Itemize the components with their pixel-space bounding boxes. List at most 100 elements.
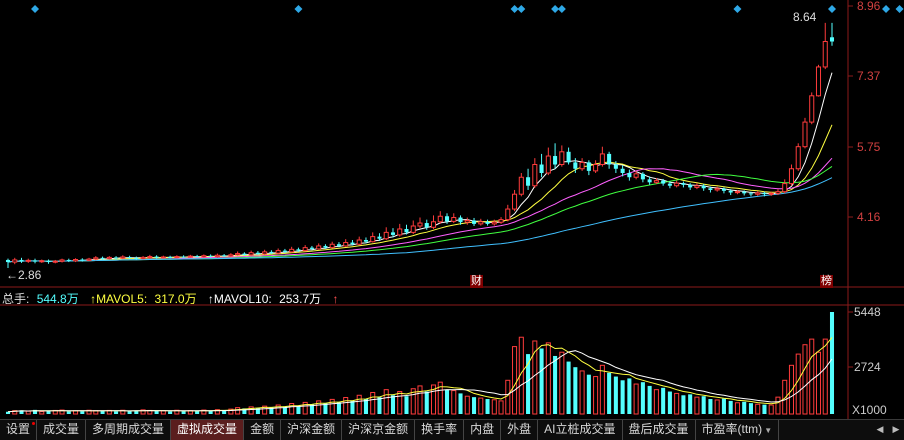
mavol5-label: ↑MAVOL5: 317.0万 [90,292,201,306]
volume-bar [802,344,808,415]
tab-turnover-rate[interactable]: 换手率 [415,420,465,440]
event-marker-cai[interactable]: 财 [470,275,483,288]
candle-body [802,121,808,148]
candle-body [681,183,686,185]
volume-bar [653,389,659,415]
candle-body [5,259,11,263]
volume-bar [370,391,376,415]
candle-body [458,217,463,223]
tab-settings-label: 设置 [6,422,31,436]
candle-body [235,253,241,256]
candle-body [114,257,119,259]
candle-body [472,220,477,224]
tab-sh-sz-amount[interactable]: 沪深金额 [281,420,343,440]
candle-body [390,232,396,235]
volume-bar [451,390,457,415]
tab-scroll-right-button[interactable]: ▶ [888,420,904,440]
tab-pe-ttm-label: 市盈率(ttm) [701,422,763,436]
candle-body [478,221,484,225]
tab-amount[interactable]: 金额 [244,420,282,440]
tab-scroll-left-button[interactable]: ◀ [872,420,888,440]
candle-body [566,151,571,163]
volume-bar [336,402,341,414]
volume-bar [714,399,720,415]
candle-body [154,256,159,258]
mavol10-value: 253.7万 [279,292,322,306]
high-price-annotation: 8.64 [793,10,817,24]
candle-body [316,245,322,250]
chart-grid [0,0,904,419]
candle-body [19,259,24,262]
candle-body [343,242,349,247]
candle-body [424,223,429,228]
candle-body [140,256,146,260]
tab-inner-volume[interactable]: 内盘 [464,420,502,440]
volume-axis-label-1: 5448 [854,305,881,319]
volume-bar [795,353,801,415]
tab-virtual-volume[interactable]: 虚拟成交量 [171,420,245,440]
candle-body [100,257,105,259]
tab-settings[interactable]: 设置 [0,420,38,440]
volume-bar [464,395,470,415]
low-arrow-icon: ← [6,268,18,282]
signal-diamond-icon [31,5,40,13]
candle-body [309,247,314,249]
candle-body [734,191,740,194]
volume-bar [573,367,578,414]
volume-bar [667,391,672,414]
candle-body [356,239,362,245]
tab-sh-sz-bj-amount[interactable]: 沪深京金额 [342,420,416,440]
volume-bar [289,403,295,415]
ma20-line [7,157,833,263]
tab-after-hours-volume[interactable]: 盘后成交量 [623,420,696,440]
kline-chart[interactable] [0,0,904,419]
tab-volume[interactable]: 成交量 [37,420,87,440]
candle-body [66,259,71,261]
candle-body [25,259,31,262]
volume-bar [73,410,79,415]
candle-body [437,215,443,223]
candle-body [553,156,558,165]
candle-body [661,180,666,184]
signal-diamond-icon [895,5,904,13]
tab-multi-period-volume[interactable]: 多周期成交量 [86,420,172,440]
candle-body [505,208,511,221]
volume-bar [356,394,362,415]
candle-body [607,153,612,165]
signal-diamond-icon [828,5,836,13]
candle-body [647,179,652,183]
candle-body [633,173,639,178]
candle-body [329,243,335,249]
total-volume-value: 544.8万 [36,292,79,306]
candle-body [430,221,437,228]
candle-body [579,161,585,170]
candle-body [815,66,822,97]
volume-bar [586,374,591,414]
volume-axis-label-2: 2724 [854,360,881,374]
candle-body [269,251,274,254]
tab-ai-pile-volume[interactable]: AI立桩成交量 [538,420,623,440]
tab-outer-volume[interactable]: 外盘 [501,420,539,440]
volume-bar [383,389,389,415]
candle-body [701,185,706,189]
candle-body [46,260,51,263]
volume-bar [498,400,504,415]
candle-body [768,192,774,195]
candle-body [147,256,153,259]
candle-body [181,256,186,258]
tab-pe-ttm[interactable]: 市盈率(ttm) ▼ [696,420,780,440]
candle-body [721,188,726,191]
candle-body [73,259,79,262]
volume-bar [485,399,490,414]
candle-body [491,221,497,225]
candle-body [195,256,200,258]
event-marker-bang[interactable]: 榜 [820,275,833,288]
volume-bar [222,410,227,414]
candle-body [52,260,58,263]
volume-bar [363,399,368,414]
candle-body [363,240,368,242]
volume-bar [39,411,45,415]
candle-body [775,191,781,194]
volume-bar [633,383,639,415]
candle-body [248,252,254,256]
